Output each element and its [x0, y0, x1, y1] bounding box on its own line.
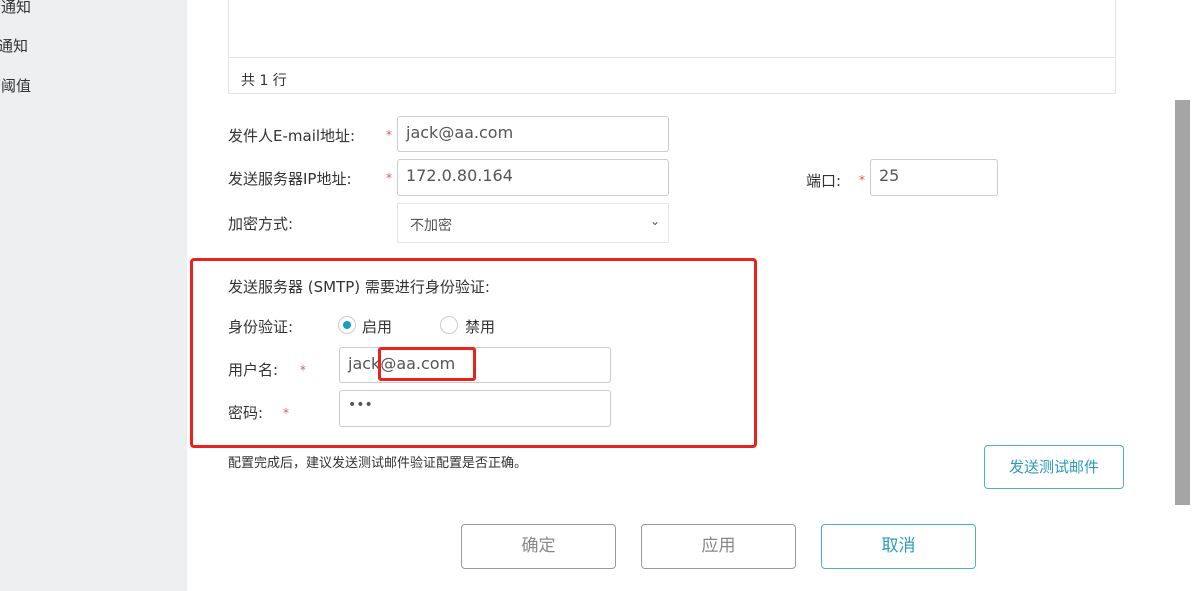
required-mark: *	[859, 173, 865, 187]
port-label: 端口:	[806, 172, 842, 190]
required-mark: *	[386, 171, 392, 185]
sidebar: 警通知 通知 警阈值	[0, 0, 187, 591]
auth-disable-radio[interactable]	[440, 316, 458, 334]
sidebar-item-alert-notify[interactable]: 警通知	[0, 0, 31, 17]
table-row-count: 共 1 行	[229, 57, 1115, 90]
password-label: 密码:	[228, 404, 264, 422]
sidebar-item-threshold[interactable]: 警阈值	[0, 75, 31, 96]
send-test-email-button[interactable]: 发送测试邮件	[984, 445, 1124, 489]
required-mark: *	[386, 128, 392, 142]
ip-label: 发送服务器IP地址:	[228, 170, 352, 188]
sender-email-input[interactable]: jack@aa.com	[397, 116, 669, 152]
cancel-button[interactable]: 取消	[821, 524, 976, 569]
scrollbar[interactable]	[1175, 100, 1190, 505]
encrypt-value: 不加密	[410, 218, 452, 234]
smtp-auth-title: 发送服务器 (SMTP) 需要进行身份验证:	[228, 278, 490, 296]
chevron-down-icon: ⌄	[649, 214, 660, 228]
server-ip-input[interactable]: 172.0.80.164	[397, 159, 669, 196]
apply-button[interactable]: 应用	[641, 524, 796, 569]
highlight-box-inner	[378, 347, 476, 381]
encrypt-label: 加密方式:	[228, 215, 294, 233]
password-input[interactable]: •••	[339, 390, 611, 427]
port-input[interactable]: 25	[870, 159, 998, 196]
required-mark: *	[300, 363, 306, 377]
auth-enable-radio[interactable]	[338, 316, 356, 334]
ok-button[interactable]: 确定	[461, 524, 616, 569]
required-mark: *	[283, 406, 289, 420]
sender-label: 发件人E-mail地址:	[228, 127, 356, 145]
sidebar-item-notify[interactable]: 通知	[0, 35, 28, 56]
username-label: 用户名:	[228, 361, 279, 379]
auth-label: 身份验证:	[228, 318, 294, 336]
encrypt-select[interactable]: 不加密 ⌄	[397, 203, 669, 243]
config-hint: 配置完成后，建议发送测试邮件验证配置是否正确。	[228, 456, 528, 471]
auth-enable-label[interactable]: 启用	[362, 316, 392, 337]
auth-disable-label[interactable]: 禁用	[465, 316, 495, 337]
data-table: 共 1 行	[228, 0, 1116, 94]
